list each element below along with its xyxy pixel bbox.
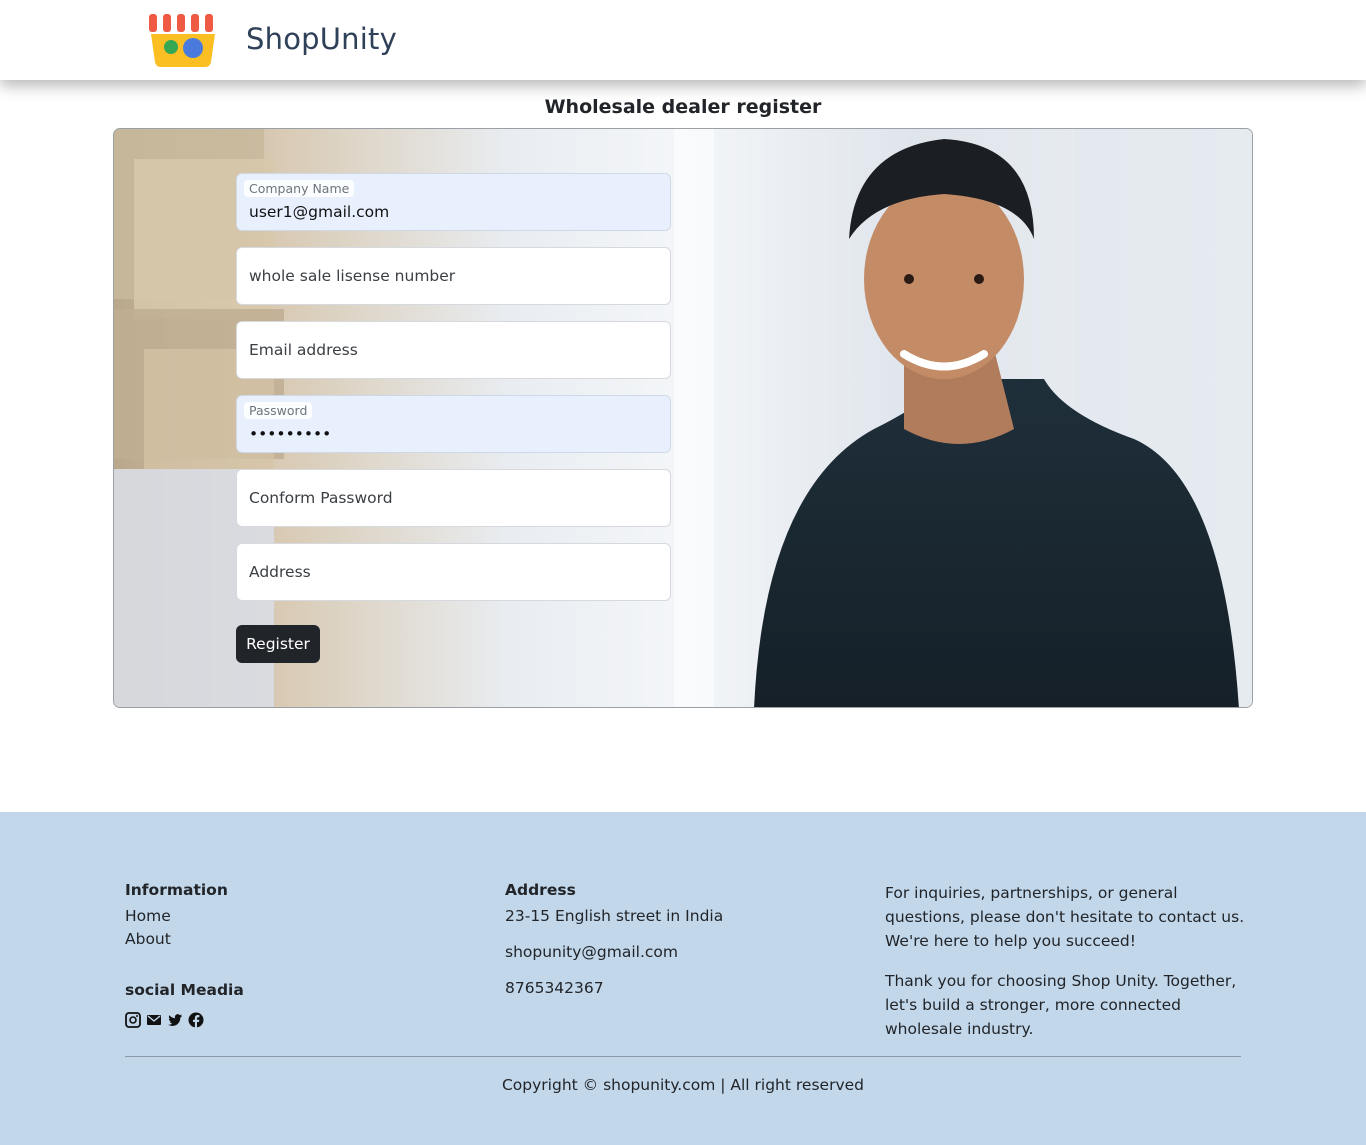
address-phone: 8765342367	[505, 979, 604, 997]
footer-divider	[125, 1056, 1241, 1057]
social-icons	[125, 1012, 205, 1029]
company-name-value: user1@gmail.com	[249, 203, 390, 221]
password-value: •••••••••	[249, 425, 332, 443]
license-number-field[interactable]: whole sale lisense number	[236, 247, 671, 305]
license-number-placeholder: whole sale lisense number	[249, 267, 456, 285]
footer-address: Address 23-15 English street in India sh…	[505, 881, 723, 997]
footer-link-home[interactable]: Home	[125, 907, 228, 925]
address-field[interactable]: Address	[236, 543, 671, 601]
confirm-password-field[interactable]: Conform Password	[236, 469, 671, 527]
email-field[interactable]: Email address	[236, 321, 671, 379]
footer-about-para1: For inquiries, partnerships, or general …	[885, 884, 1245, 950]
email-icon[interactable]	[146, 1012, 163, 1029]
footer-about: For inquiries, partnerships, or general …	[885, 881, 1247, 1041]
register-button[interactable]: Register	[236, 625, 320, 663]
company-name-field[interactable]: Company Name user1@gmail.com	[236, 173, 671, 231]
navbar: ShopUnity	[0, 0, 1366, 80]
twitter-icon[interactable]	[167, 1012, 184, 1029]
social-heading: social Meadia	[125, 981, 244, 999]
brand-name[interactable]: ShopUnity	[246, 22, 397, 56]
address-heading: Address	[505, 881, 576, 899]
facebook-icon[interactable]	[188, 1012, 205, 1029]
footer-link-about[interactable]: About	[125, 930, 228, 948]
footer-about-para2: Thank you for choosing Shop Unity. Toget…	[885, 972, 1237, 1038]
company-name-label: Company Name	[244, 180, 355, 197]
storefront-icon[interactable]	[143, 12, 223, 68]
footer-information: Information Home About	[125, 881, 228, 948]
footer: Information Home About social Meadia Add…	[0, 812, 1366, 1145]
email-placeholder: Email address	[249, 341, 358, 359]
password-label: Password	[244, 402, 313, 419]
information-heading: Information	[125, 881, 228, 899]
address-email[interactable]: shopunity@gmail.com	[505, 943, 723, 961]
instagram-icon[interactable]	[125, 1012, 142, 1029]
address-placeholder: Address	[249, 563, 311, 581]
password-field[interactable]: Password •••••••••	[236, 395, 671, 453]
register-card: Company Name user1@gmail.com whole sale …	[113, 128, 1253, 708]
copyright: Copyright © shopunity.com | All right re…	[501, 1076, 864, 1094]
address-street: 23-15 English street in India	[505, 907, 724, 925]
page-title: Wholesale dealer register	[544, 96, 822, 118]
confirm-password-placeholder: Conform Password	[249, 489, 393, 507]
